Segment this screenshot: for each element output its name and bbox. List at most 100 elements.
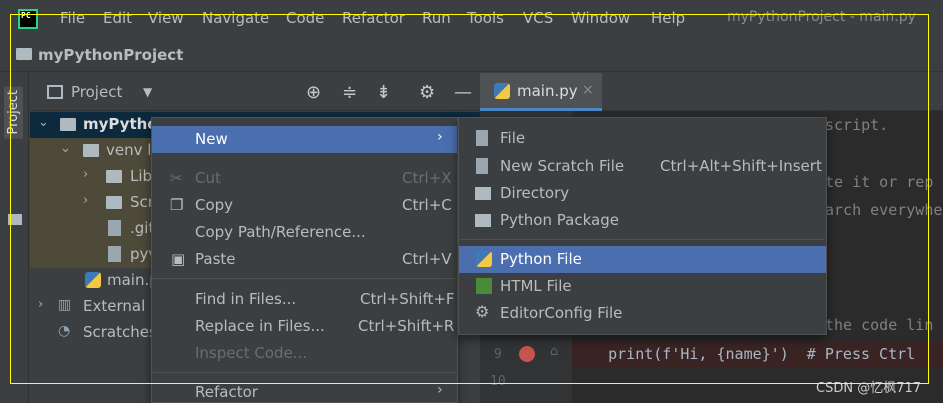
menu-edit[interactable]: Edit — [103, 9, 132, 27]
submenu-item-file[interactable]: File — [459, 125, 826, 152]
menu-item-copy[interactable]: ❐ Copy Ctrl+C — [152, 192, 457, 219]
folder-icon — [60, 118, 76, 131]
menu-item-label: Inspect Code... — [195, 344, 308, 362]
code-line: script. — [825, 116, 889, 134]
chevron-right-icon: › — [437, 382, 443, 398]
file-icon — [108, 220, 121, 236]
submenu-item-editorconfig-file[interactable]: ⚙ EditorConfig File — [459, 300, 826, 327]
context-menu: New › ✂ Cut Ctrl+X ❐ Copy Ctrl+C Copy Pa… — [151, 117, 458, 403]
chevron-right-icon[interactable]: › — [38, 297, 43, 312]
menu-item-copy-path[interactable]: Copy Path/Reference... — [152, 219, 457, 246]
chevron-right-icon[interactable]: › — [83, 193, 88, 208]
menu-item-label: Cut — [195, 169, 221, 187]
menu-item-label: Python File — [500, 250, 582, 268]
menu-item-shortcut: Ctrl+X — [402, 169, 452, 187]
menu-item-inspect-code[interactable]: Inspect Code... — [152, 340, 457, 367]
new-submenu: File New Scratch File Ctrl+Alt+Shift+Ins… — [458, 117, 827, 335]
libraries-icon: ▥ — [58, 297, 72, 313]
close-icon[interactable]: × — [582, 82, 594, 98]
code-line: te it or rep — [825, 173, 934, 191]
gear-icon[interactable]: ⚙ — [419, 82, 435, 103]
tool-window-strip: Project — [0, 72, 29, 403]
submenu-item-html-file[interactable]: HTML File — [459, 273, 826, 300]
menu-code[interactable]: Code — [286, 9, 324, 27]
chevron-down-icon[interactable]: ⌄ — [60, 141, 71, 156]
gear-icon: ⚙ — [475, 302, 490, 321]
menu-item-shortcut: Ctrl+Alt+Shift+Insert — [660, 157, 822, 175]
tab-label: main.py — [517, 82, 578, 100]
menu-item-replace-in-files[interactable]: Replace in Files... Ctrl+Shift+R — [152, 313, 457, 340]
watermark: CSDN @忆枫717 — [816, 381, 922, 396]
pycharm-logo-icon: PC — [18, 9, 38, 29]
menu-item-shortcut: Ctrl+C — [402, 196, 452, 214]
folder-icon — [83, 144, 99, 157]
menu-vcs[interactable]: VCS — [523, 9, 553, 27]
window-title: myPythonProject - main.py — [727, 9, 916, 25]
menu-navigate[interactable]: Navigate — [202, 9, 269, 27]
menu-item-label: File — [500, 129, 526, 147]
menu-item-label: Copy Path/Reference... — [195, 223, 366, 241]
menu-separator — [153, 278, 456, 279]
project-panel-header: Project ▼ ⊕ ≑ ⇟ ⚙ — — [30, 73, 480, 111]
chevron-down-icon[interactable]: ⌄ — [38, 115, 49, 130]
locate-icon[interactable]: ⊕ — [306, 82, 321, 103]
menu-item-label: Python Package — [500, 211, 619, 229]
menu-item-label: Refactor — [195, 383, 258, 401]
menu-item-label: Directory — [500, 184, 570, 202]
line-number: 9 — [494, 347, 502, 362]
hide-icon[interactable]: — — [454, 82, 472, 103]
submenu-item-directory[interactable]: Directory — [459, 180, 826, 207]
tree-item-label: Lib — [130, 167, 153, 185]
menu-item-new[interactable]: New › — [152, 126, 457, 153]
chevron-down-icon[interactable]: ▼ — [143, 85, 152, 99]
menu-item-cut[interactable]: ✂ Cut Ctrl+X — [152, 165, 457, 192]
fold-icon[interactable]: ⌂ — [550, 344, 558, 359]
scissors-icon: ✂ — [170, 169, 183, 187]
breakpoint-icon[interactable] — [519, 346, 535, 362]
code-line: arch everywhe — [825, 201, 943, 219]
navigation-bar: myPythonProject — [0, 38, 943, 72]
scratches-icon: ◔ — [58, 323, 71, 339]
tree-item-label: myPytho — [83, 115, 158, 133]
tab-main-py[interactable]: main.py × — [480, 73, 602, 111]
menu-refactor[interactable]: Refactor — [342, 9, 405, 27]
menu-run[interactable]: Run — [422, 9, 451, 27]
menu-item-label: Paste — [195, 250, 236, 268]
menu-file[interactable]: File — [60, 9, 85, 27]
menu-item-label: New — [195, 130, 228, 148]
tree-item-label: External L — [83, 297, 159, 315]
tree-item-label: Scratches — [83, 323, 157, 341]
expand-all-icon[interactable]: ≑ — [342, 82, 357, 103]
chevron-right-icon[interactable]: › — [83, 167, 88, 182]
menu-help[interactable]: Help — [651, 9, 685, 27]
menu-item-find-in-files[interactable]: Find in Files... Ctrl+Shift+F — [152, 286, 457, 313]
breadcrumb-project[interactable]: myPythonProject — [38, 46, 183, 64]
menu-item-refactor[interactable]: Refactor › — [152, 379, 457, 403]
project-tool-window-button[interactable]: Project — [4, 86, 23, 139]
html-file-icon — [476, 278, 492, 294]
menu-item-label: Copy — [195, 196, 234, 214]
menu-item-paste[interactable]: ▣ Paste Ctrl+V — [152, 246, 457, 273]
menu-tools[interactable]: Tools — [467, 9, 504, 27]
menu-view[interactable]: View — [148, 9, 184, 27]
tree-item-label: venv li — [106, 141, 156, 159]
project-view-icon — [47, 85, 63, 99]
menu-item-label: Replace in Files... — [195, 317, 325, 335]
menu-window[interactable]: Window — [571, 9, 630, 27]
submenu-item-python-package[interactable]: Python Package — [459, 207, 826, 234]
file-icon — [108, 246, 121, 262]
submenu-item-new-scratch-file[interactable]: New Scratch File Ctrl+Alt+Shift+Insert — [459, 153, 826, 180]
menu-item-label: HTML File — [500, 277, 572, 295]
editor-tab-bar: main.py × — [480, 73, 943, 111]
folder-icon — [106, 170, 122, 183]
copy-icon: ❐ — [170, 196, 184, 214]
folder-icon — [16, 48, 32, 60]
submenu-item-python-file[interactable]: Python File — [459, 246, 826, 273]
scratch-file-icon — [476, 158, 488, 174]
project-view-selector[interactable]: Project — [71, 83, 122, 101]
menu-item-label: Find in Files... — [195, 290, 297, 308]
collapse-all-icon[interactable]: ⇟ — [376, 82, 391, 103]
menu-item-label: New Scratch File — [500, 157, 625, 175]
file-icon — [476, 130, 488, 146]
clipboard-icon: ▣ — [171, 250, 186, 268]
